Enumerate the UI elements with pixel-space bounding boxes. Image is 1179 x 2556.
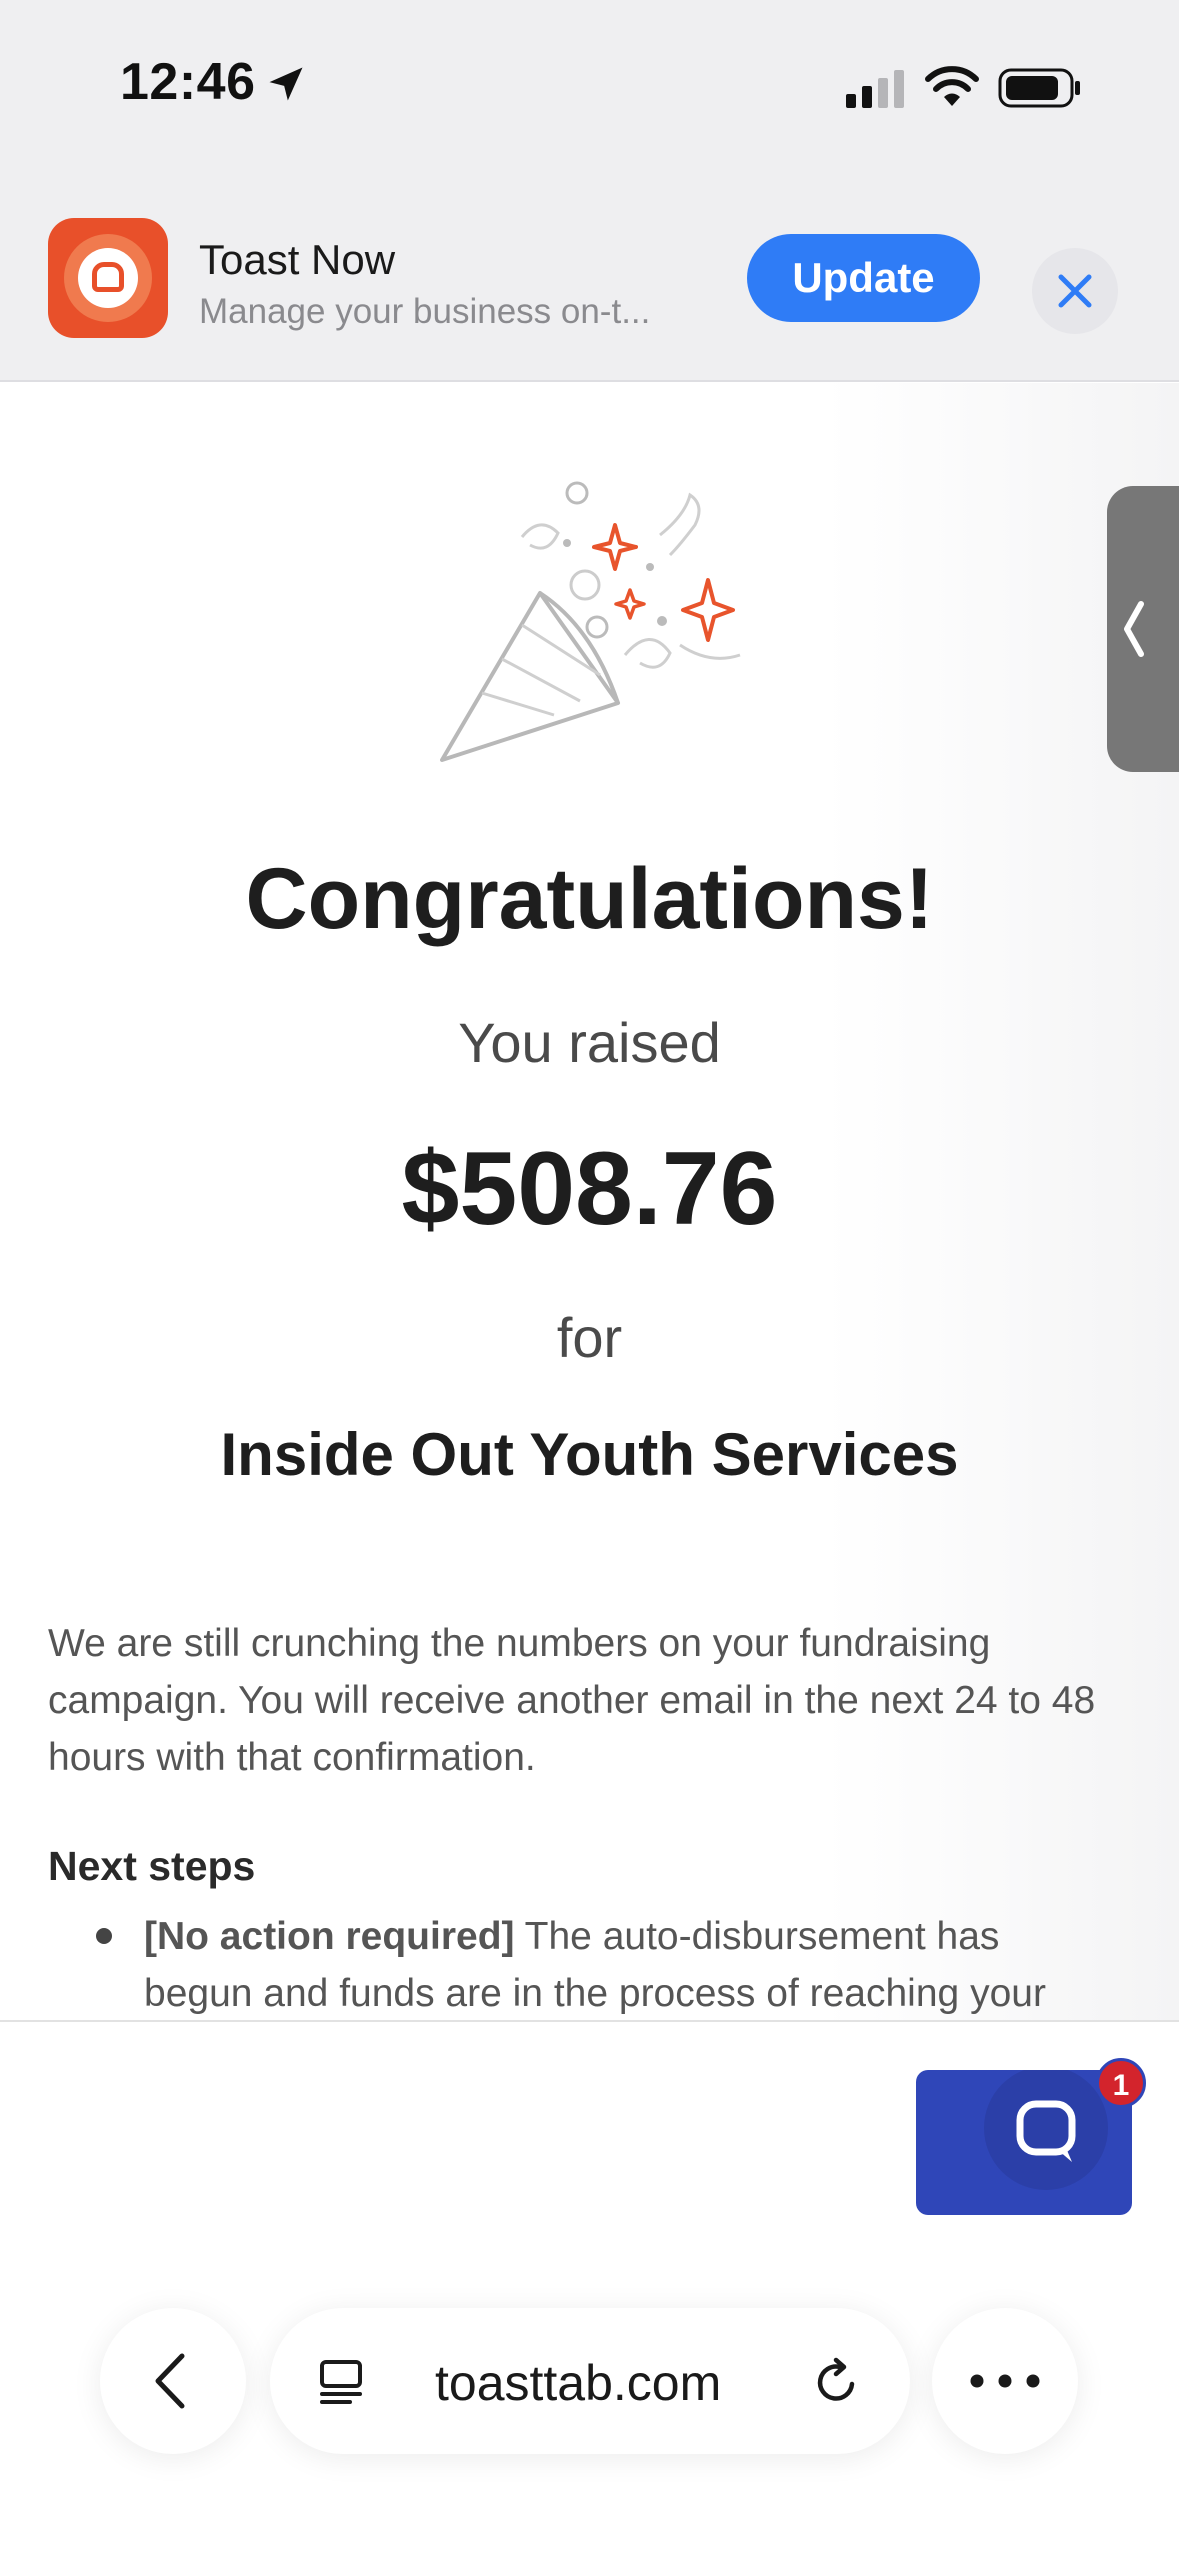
battery-icon <box>998 68 1080 108</box>
app-name: Toast Now <box>199 236 396 283</box>
status-time: 12:46 <box>120 53 256 111</box>
url-text[interactable]: toasttab.com <box>435 2354 721 2412</box>
more-options-button[interactable] <box>932 2308 1078 2454</box>
smart-app-banner: Toast Now Manage your business on-t... U… <box>0 170 1179 382</box>
update-button[interactable]: Update <box>747 234 980 322</box>
next-steps-heading: Next steps <box>48 1843 256 1889</box>
chevron-left-icon <box>1124 601 1144 657</box>
status-bar: 12:46 <box>0 0 1179 170</box>
more-icon <box>970 2374 1040 2388</box>
toast-app-icon <box>48 218 168 338</box>
app-subtitle: Manage your business on-t... <box>199 292 651 331</box>
raised-amount: $508.76 <box>401 1131 778 1247</box>
back-button[interactable] <box>100 2308 246 2454</box>
address-bar[interactable]: toasttab.com <box>270 2308 910 2454</box>
location-arrow-icon <box>269 67 303 101</box>
tab-overview-icon[interactable] <box>316 2356 368 2408</box>
notification-badge: 1 <box>1096 2058 1146 2108</box>
page-title: Congratulations! <box>245 851 934 947</box>
party-popper-icon <box>440 481 741 762</box>
raised-label: You raised <box>458 1011 721 1074</box>
list-bullet <box>96 1928 112 1944</box>
status-message: We are still crunching the numbers on yo… <box>48 1622 1096 1779</box>
back-chevron-icon <box>155 2353 185 2409</box>
cellular-signal-icon <box>846 70 904 108</box>
reload-icon[interactable] <box>810 2354 866 2410</box>
organization-name: Inside Out Youth Services <box>220 1421 959 1488</box>
list-item: [No action required] The auto-disburseme… <box>144 1908 1104 2022</box>
for-label: for <box>556 1306 623 1369</box>
close-banner-button[interactable] <box>1032 248 1118 334</box>
wifi-icon <box>925 66 979 106</box>
close-icon <box>1058 274 1092 308</box>
side-panel-handle[interactable] <box>1107 486 1179 772</box>
step-tag: [No action required] <box>144 1915 515 1958</box>
